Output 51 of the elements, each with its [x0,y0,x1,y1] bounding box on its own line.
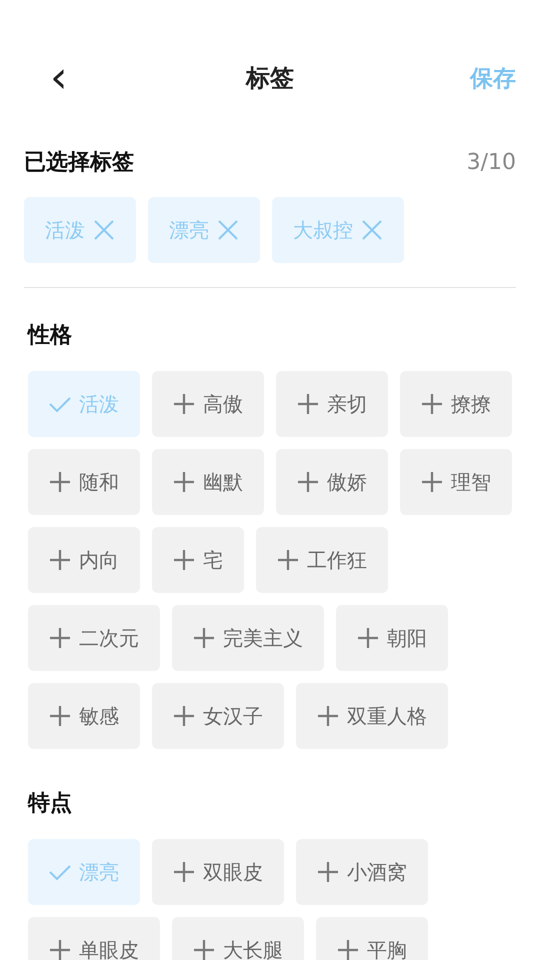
plus-icon [193,939,215,960]
tag-chip[interactable]: 大长腿 [172,917,304,960]
tag-chip[interactable]: 双重人格 [296,683,448,749]
tag-chip[interactable]: 单眼皮 [28,917,160,960]
tag-chip[interactable]: 随和 [28,449,140,515]
plus-icon [49,549,71,571]
plus-icon [421,471,443,493]
close-icon[interactable] [217,219,239,241]
close-icon[interactable] [361,219,383,241]
plus-icon [173,705,195,727]
plus-icon [357,627,379,649]
tag-chip[interactable]: 撩撩 [400,371,512,437]
tag-chip[interactable]: 朝阳 [336,605,448,671]
plus-icon [421,393,443,415]
selection-count: 3/10 [466,150,516,174]
tag-chip[interactable]: 宅 [152,527,244,593]
tag-chip[interactable]: 内向 [28,527,140,593]
plus-icon [49,627,71,649]
plus-icon [173,471,195,493]
plus-icon [49,939,71,960]
tag-chip[interactable]: 完美主义 [172,605,324,671]
page-title: 标签 [246,63,294,94]
group-title: 特点 [28,790,73,818]
tag-chip[interactable]: 女汉子 [152,683,284,749]
section-title: 已选择标签 [24,149,134,177]
plus-icon [193,627,215,649]
plus-icon [49,705,71,727]
plus-icon [277,549,299,571]
tag-chip[interactable]: 傲娇 [276,449,388,515]
plus-icon [173,861,195,883]
plus-icon [317,861,339,883]
plus-icon [297,393,319,415]
back-button[interactable]: ‹ [44,54,74,102]
tag-chip[interactable]: 双眼皮 [152,839,284,905]
tag-chip[interactable]: 小酒窝 [296,839,428,905]
plus-icon [173,393,195,415]
plus-icon [49,471,71,493]
tag-chip[interactable]: 理智 [400,449,512,515]
group-title: 性格 [28,322,73,350]
plus-icon [173,549,195,571]
tag-chip[interactable]: 二次元 [28,605,160,671]
plus-icon [297,471,319,493]
plus-icon [337,939,359,960]
tag-chip[interactable]: 高傲 [152,371,264,437]
tag-chip[interactable]: 平胸 [316,917,428,960]
close-icon[interactable] [93,219,115,241]
tag-chip[interactable]: 幽默 [152,449,264,515]
tag-chip[interactable]: 工作狂 [256,527,388,593]
plus-icon [317,705,339,727]
tag-chip[interactable]: 亲切 [276,371,388,437]
tag-chip[interactable]: 敏感 [28,683,140,749]
